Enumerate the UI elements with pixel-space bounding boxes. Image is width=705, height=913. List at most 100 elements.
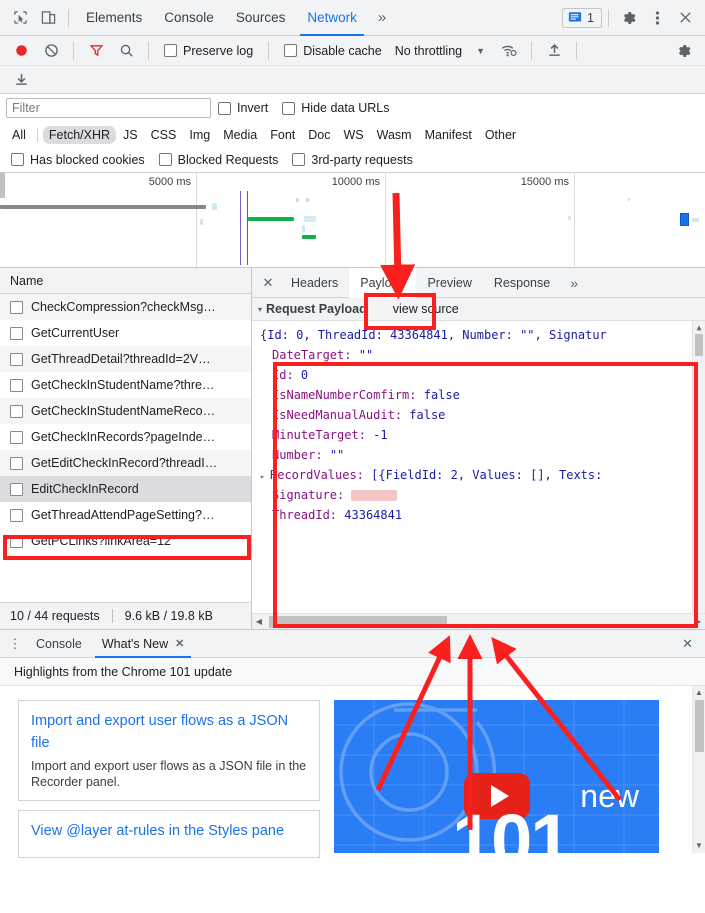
tab-sources[interactable]: Sources	[225, 0, 297, 36]
request-payload-section-header[interactable]: ▾ Request Payload view source	[252, 298, 705, 321]
request-list[interactable]: CheckCompression?checkMsg… GetCurrentUse…	[0, 294, 251, 602]
scrollbar-thumb[interactable]	[695, 334, 703, 356]
whats-new-video[interactable]: new 101	[334, 700, 659, 853]
blocked-requests-checkbox[interactable]: Blocked Requests	[152, 153, 286, 167]
type-filter-ws[interactable]: WS	[337, 126, 369, 144]
cursor-inspect-icon[interactable]	[6, 4, 34, 32]
type-filter-media[interactable]: Media	[217, 126, 263, 144]
table-row[interactable]: GetCurrentUser	[0, 320, 251, 346]
table-row[interactable]: GetThreadDetail?threadId=2V…	[0, 346, 251, 372]
clear-button[interactable]	[37, 37, 65, 65]
scroll-down-arrow[interactable]: ▼	[693, 839, 705, 853]
search-icon[interactable]	[112, 37, 140, 65]
row-checkbox[interactable]	[10, 534, 23, 548]
type-filter-css[interactable]: CSS	[145, 126, 183, 144]
network-settings-gear-icon[interactable]	[670, 37, 698, 65]
type-filter-js[interactable]: JS	[117, 126, 144, 144]
drawer-menu-icon[interactable]: ⋮	[4, 636, 26, 652]
scroll-right-arrow[interactable]: ▶	[691, 617, 705, 626]
row-checkbox[interactable]	[10, 508, 23, 522]
drawer-tab-whats-new[interactable]: What's New ✕	[92, 630, 195, 658]
hide-data-urls-checkbox[interactable]: Hide data URLs	[275, 101, 396, 115]
row-checkbox[interactable]	[10, 404, 23, 418]
chevron-down-icon[interactable]: ▾	[258, 305, 262, 314]
h-scrollbar-thumb[interactable]	[269, 615, 447, 628]
preserve-log-checkbox[interactable]: Preserve log	[157, 44, 260, 58]
row-checkbox[interactable]	[10, 456, 23, 470]
network-conditions-icon[interactable]	[495, 37, 523, 65]
whats-new-card-1[interactable]: Import and export user flows as a JSON f…	[18, 700, 320, 802]
disable-cache-checkbox[interactable]: Disable cache	[277, 44, 389, 58]
import-har-icon[interactable]	[7, 66, 35, 94]
blocked-requests-box[interactable]	[158, 153, 172, 166]
close-icon[interactable]	[671, 4, 699, 32]
filter-input[interactable]	[6, 98, 211, 118]
third-party-requests-checkbox[interactable]: 3rd-party requests	[285, 153, 419, 167]
tab-response[interactable]: Response	[483, 268, 561, 298]
whats-new-scrollbar[interactable]: ▲ ▼	[692, 686, 705, 853]
whats-new-card-2-title[interactable]: View @layer at-rules in the Styles pane	[31, 820, 307, 842]
payload-content[interactable]: {Id: 0, ThreadId: 43364841, Number: "", …	[252, 321, 705, 613]
table-row[interactable]: GetThreadAttendPageSetting?…	[0, 502, 251, 528]
export-har-icon[interactable]	[540, 37, 568, 65]
record-button[interactable]	[7, 37, 35, 65]
drawer-close-icon[interactable]: ✕	[670, 636, 705, 652]
table-row-selected-editcheckinrecord[interactable]: EditCheckInRecord	[0, 476, 251, 502]
issues-badge[interactable]: 1	[562, 7, 602, 28]
table-row[interactable]: GetCheckInRecords?pageInde…	[0, 424, 251, 450]
chevron-down-icon[interactable]: ▼	[468, 46, 493, 56]
disable-cache-box[interactable]	[284, 44, 298, 57]
hide-data-urls-box[interactable]	[282, 101, 296, 115]
payload-vertical-scrollbar[interactable]: ▲	[692, 321, 705, 613]
drawer-tab-close-icon[interactable]: ✕	[175, 630, 184, 658]
device-toggle-icon[interactable]	[34, 4, 62, 32]
throttling-select[interactable]: No throttling	[391, 44, 466, 58]
tab-preview[interactable]: Preview	[416, 268, 482, 298]
type-filter-fetch-xhr[interactable]: Fetch/XHR	[42, 125, 117, 144]
third-party-box[interactable]	[292, 153, 306, 166]
row-checkbox[interactable]	[10, 378, 23, 392]
row-checkbox[interactable]	[10, 326, 23, 340]
kebab-menu-icon[interactable]	[643, 4, 671, 32]
scrollbar-thumb[interactable]	[695, 700, 704, 752]
row-checkbox[interactable]	[10, 482, 23, 496]
type-filter-font[interactable]: Font	[264, 126, 301, 144]
tab-network[interactable]: Network	[296, 0, 368, 36]
payload-horizontal-scrollbar[interactable]: ◀ ▶	[252, 613, 705, 629]
type-filter-other[interactable]: Other	[479, 126, 522, 144]
has-blocked-cookies-box[interactable]	[11, 153, 24, 166]
scroll-up-arrow[interactable]: ▲	[693, 321, 705, 334]
has-blocked-cookies-checkbox[interactable]: Has blocked cookies	[4, 153, 152, 167]
payload-line-expandable-recordvalues[interactable]: ▸ RecordValues: [{FieldId: 2, Values: [],…	[252, 465, 705, 485]
invert-box[interactable]	[218, 101, 231, 115]
overview-left-handle[interactable]	[0, 173, 5, 198]
whats-new-card-2[interactable]: View @layer at-rules in the Styles pane	[18, 810, 320, 858]
type-filter-all[interactable]: All	[6, 126, 32, 144]
type-filter-doc[interactable]: Doc	[302, 126, 336, 144]
table-row[interactable]: GetPCLinks?linkArea=12	[0, 528, 251, 554]
row-checkbox[interactable]	[10, 352, 23, 366]
chevron-right-icon[interactable]: ▸	[260, 467, 270, 487]
scroll-up-arrow[interactable]: ▲	[693, 686, 705, 700]
table-row[interactable]: GetCheckInStudentNameReco…	[0, 398, 251, 424]
tab-elements[interactable]: Elements	[75, 0, 153, 36]
preserve-log-box[interactable]	[164, 44, 177, 57]
view-source-link[interactable]: view source	[393, 302, 459, 316]
table-row[interactable]: CheckCompression?checkMsg…	[0, 294, 251, 320]
tab-console[interactable]: Console	[153, 0, 225, 36]
gear-icon[interactable]	[615, 4, 643, 32]
type-filter-img[interactable]: Img	[183, 126, 216, 144]
table-row[interactable]: GetCheckInStudentName?thre…	[0, 372, 251, 398]
tab-headers[interactable]: Headers	[280, 268, 349, 298]
more-tabs-icon[interactable]: »	[368, 9, 396, 26]
scroll-left-arrow[interactable]: ◀	[252, 617, 266, 626]
whats-new-card-1-title[interactable]: Import and export user flows as a JSON f…	[31, 710, 307, 755]
detail-more-tabs-icon[interactable]: »	[561, 275, 587, 291]
filter-funnel-icon[interactable]	[82, 37, 110, 65]
h-scroll-track[interactable]	[266, 615, 691, 628]
tab-payload[interactable]: Payload	[349, 267, 417, 298]
network-overview-timeline[interactable]: 5000 ms 10000 ms 15000 ms	[0, 173, 705, 268]
invert-checkbox[interactable]: Invert	[211, 101, 275, 115]
table-row[interactable]: GetEditCheckInRecord?threadI…	[0, 450, 251, 476]
type-filter-manifest[interactable]: Manifest	[419, 126, 478, 144]
